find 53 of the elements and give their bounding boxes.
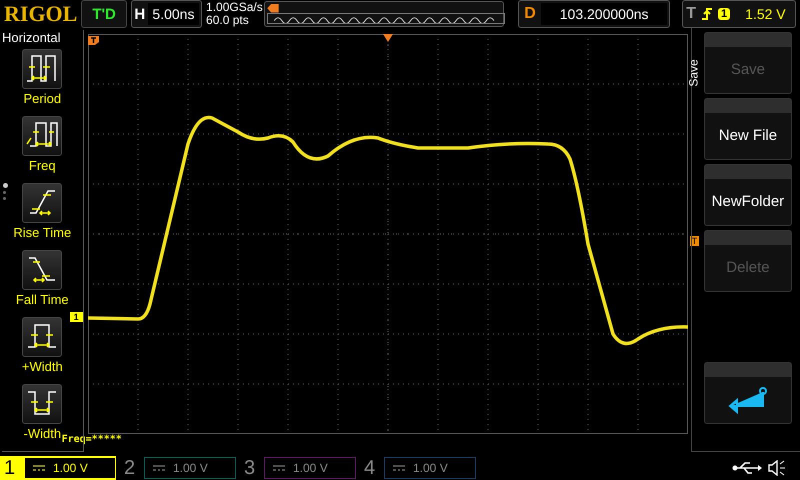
trigger-source: 1 — [718, 8, 730, 20]
measure-button[interactable] — [22, 49, 62, 89]
delay-value: 103.200000ns — [541, 3, 668, 25]
panel-title: Horizontal — [2, 30, 61, 45]
channel-scale: 1.00 V — [173, 461, 208, 475]
channel-number: 3 — [244, 456, 256, 480]
timebase-display[interactable]: H 5.00ns — [130, 0, 202, 28]
measure-label: +Width — [22, 359, 63, 374]
channel-number: 2 — [124, 456, 136, 480]
usb-icon — [732, 461, 762, 475]
trigger-position-icon — [382, 34, 393, 42]
measure-button[interactable] — [22, 384, 62, 424]
measure-label: Rise Time — [13, 225, 72, 240]
channel-marker[interactable]: 1 — [70, 312, 83, 322]
menu-title: Save — [686, 59, 701, 87]
dc-coupling-icon — [273, 465, 285, 471]
measure-label: Freq — [28, 158, 56, 173]
measure-button[interactable] — [22, 116, 62, 156]
measurement-readout: Freq=***** — [62, 434, 123, 445]
dc-coupling-icon — [393, 465, 405, 471]
memory-depth: 60.0 pts — [206, 14, 250, 27]
waveform-thumbnail-icon — [267, 12, 506, 24]
channel-tab[interactable]: 1 1.00 V — [0, 456, 116, 480]
brand-logo: RIGOL — [4, 1, 78, 27]
dc-coupling-icon — [33, 465, 45, 471]
delay-display[interactable]: D 103.200000ns — [518, 0, 670, 28]
measure-label: Fall Time — [16, 292, 69, 307]
speaker-icon — [768, 460, 786, 476]
channel-scale: 1.00 V — [293, 461, 328, 475]
rising-edge-icon — [701, 7, 714, 21]
timebase-value: 5.00ns — [148, 3, 200, 25]
measure-label: -Width — [24, 426, 62, 441]
sample-rate: 1.00GSa/s — [206, 1, 260, 14]
softkey-button[interactable]: New File — [704, 98, 792, 160]
channel-number: 4 — [364, 456, 376, 480]
channel-number: 1 — [4, 456, 16, 480]
measure-button[interactable] — [22, 183, 62, 223]
delay-label: D — [523, 5, 537, 23]
trigger-level: 1.52 V — [745, 6, 786, 22]
channel-scale: 1.00 V — [53, 461, 88, 475]
trigger-display[interactable]: T 1 1.52 V — [682, 0, 796, 28]
horizontal-label: H — [133, 6, 146, 22]
measure-button[interactable] — [22, 250, 62, 290]
trigger-label: T — [686, 5, 696, 23]
flag-icon — [88, 36, 99, 45]
measure-label: Period — [23, 91, 62, 106]
measure-button[interactable] — [22, 317, 62, 357]
back-button[interactable] — [704, 362, 792, 424]
run-status[interactable]: T'D — [81, 0, 127, 28]
dc-coupling-icon — [153, 465, 165, 471]
softkey-button[interactable]: NewFolder — [704, 164, 792, 226]
trigger-position-icon — [267, 4, 280, 13]
channel-scale: 1.00 V — [413, 461, 448, 475]
